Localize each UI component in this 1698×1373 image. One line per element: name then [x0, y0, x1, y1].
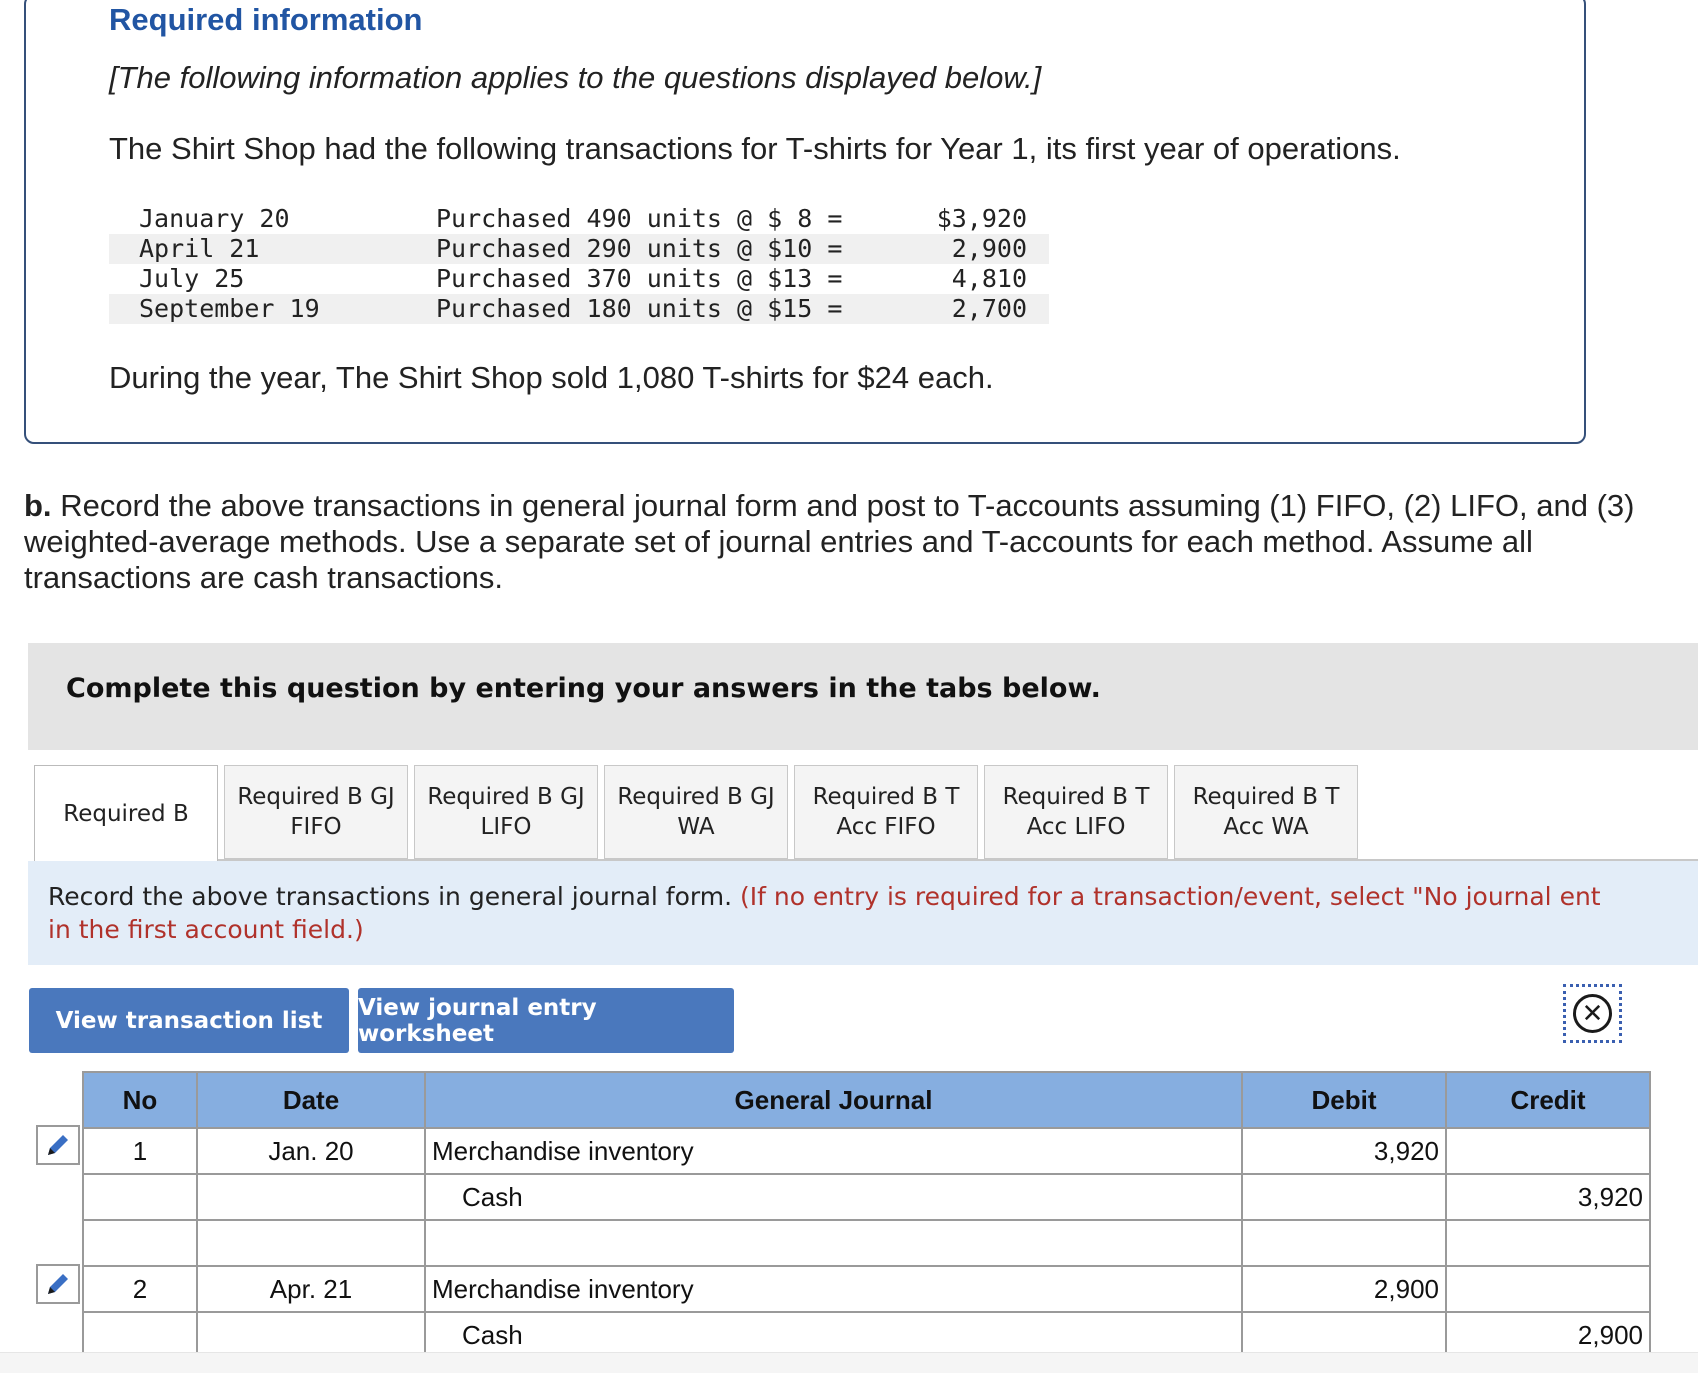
tab-required-b-t-acc-lifo[interactable]: Required B T Acc LIFO — [984, 765, 1168, 859]
page-bottom-edge — [0, 1352, 1698, 1373]
entry-account: Merchandise inventory — [424, 1127, 1243, 1175]
tab-label-line1: Required B T — [1192, 784, 1340, 810]
tab-label-line1: Required B T — [1002, 784, 1150, 810]
transaction-row: January 20 Purchased 490 units @ $ 8 = $… — [109, 204, 1049, 234]
entry-account — [424, 1219, 1243, 1267]
transaction-amount: $3,920 — [936, 204, 1027, 233]
entry-debit — [1241, 1219, 1447, 1267]
close-icon: ✕ — [1573, 994, 1612, 1033]
instructions-main: Record the above transactions in general… — [48, 882, 740, 911]
transaction-desc: Purchased 490 units @ $ 8 = — [436, 204, 843, 233]
edit-entry-2-button[interactable] — [36, 1264, 80, 1304]
pencil-icon — [48, 1135, 68, 1155]
tab-label-line2: Acc FIFO — [836, 814, 936, 840]
general-journal-table: No Date General Journal Debit Credit 1 J… — [82, 1071, 1651, 1359]
tab-label-line2: Acc WA — [1223, 814, 1309, 840]
entry-credit: 3,920 — [1445, 1173, 1651, 1221]
transaction-row: April 21 Purchased 290 units @ $10 = 2,9… — [109, 234, 1049, 264]
entry-date: Jan. 20 — [196, 1127, 426, 1175]
complete-banner-text: Complete this question by entering your … — [66, 673, 1101, 704]
entry-debit — [1241, 1173, 1447, 1221]
journal-row — [82, 1219, 1651, 1267]
journal-row: 2 Apr. 21 Merchandise inventory 2,900 — [82, 1265, 1651, 1313]
journal-header-row: No Date General Journal Debit Credit — [82, 1071, 1651, 1129]
required-info-title: Required information — [109, 2, 423, 37]
tab-label-line2: Acc LIFO — [1026, 814, 1126, 840]
entry-account: Merchandise inventory — [424, 1265, 1243, 1313]
transaction-date: July 25 — [139, 264, 245, 293]
transaction-row: July 25 Purchased 370 units @ $13 = 4,81… — [109, 264, 1049, 294]
tab-label-line2: WA — [677, 814, 715, 840]
transaction-date: January 20 — [139, 204, 290, 233]
tab-required-b-gj-wa[interactable]: Required B GJ WA — [604, 765, 788, 859]
transaction-date: April 21 — [139, 234, 260, 263]
journal-row: 1 Jan. 20 Merchandise inventory 3,920 — [82, 1127, 1651, 1175]
question-label: b. — [24, 488, 52, 523]
entry-debit: 3,920 — [1241, 1127, 1447, 1175]
entry-no — [82, 1173, 198, 1221]
edit-entry-1-button[interactable] — [36, 1125, 80, 1165]
tab-label-line2: LIFO — [480, 814, 532, 840]
entry-date: Apr. 21 — [196, 1265, 426, 1313]
header-no: No — [82, 1071, 198, 1129]
transaction-amount: 4,810 — [951, 264, 1027, 293]
tab-required-b[interactable]: Required B — [34, 765, 218, 862]
entry-credit — [1445, 1127, 1651, 1175]
instructions-note: (If no entry is required for a transacti… — [739, 882, 1601, 911]
header-general-journal: General Journal — [424, 1071, 1243, 1129]
entry-no: 2 — [82, 1265, 198, 1313]
sales-note: During the year, The Shirt Shop sold 1,0… — [109, 360, 994, 395]
transaction-amount: 2,700 — [951, 294, 1027, 323]
entry-debit: 2,900 — [1241, 1265, 1447, 1313]
tab-required-b-gj-lifo[interactable]: Required B GJ LIFO — [414, 765, 598, 859]
entry-no: 1 — [82, 1127, 198, 1175]
tab-required-b-t-acc-wa[interactable]: Required B T Acc WA — [1174, 765, 1358, 859]
tab-label-line1: Required B GJ — [427, 784, 585, 810]
required-info-note: [The following information applies to th… — [109, 60, 1042, 95]
tab-label: Required B — [63, 801, 189, 827]
tab-label-line1: Required B T — [812, 784, 960, 810]
header-debit: Debit — [1241, 1071, 1447, 1129]
tab-label-line1: Required B GJ — [237, 784, 395, 810]
journal-row: Cash 3,920 — [82, 1173, 1651, 1221]
view-journal-entry-worksheet-button[interactable]: View journal entry worksheet — [358, 988, 734, 1053]
tab-required-b-gj-fifo[interactable]: Required B GJ FIFO — [224, 765, 408, 859]
header-date: Date — [196, 1071, 426, 1129]
transactions-table: January 20 Purchased 490 units @ $ 8 = $… — [109, 204, 1049, 324]
transaction-amount: 2,900 — [951, 234, 1027, 263]
header-credit: Credit — [1445, 1071, 1651, 1129]
transaction-date: September 19 — [139, 294, 320, 323]
transaction-row: September 19 Purchased 180 units @ $15 =… — [109, 294, 1049, 324]
entry-credit — [1445, 1265, 1651, 1313]
pencil-icon — [48, 1274, 68, 1294]
transaction-desc: Purchased 180 units @ $15 = — [436, 294, 843, 323]
entry-date — [196, 1173, 426, 1221]
close-button[interactable]: ✕ — [1563, 984, 1622, 1043]
instructions-text: Record the above transactions in general… — [48, 880, 1698, 946]
instructions-note-continued: in the first account field.) — [48, 915, 364, 944]
required-info-intro: The Shirt Shop had the following transac… — [109, 131, 1401, 166]
question-body: Record the above transactions in general… — [24, 488, 1635, 595]
question-text: b. Record the above transactions in gene… — [24, 488, 1674, 596]
view-transaction-list-button[interactable]: View transaction list — [29, 988, 349, 1053]
entry-no — [82, 1219, 198, 1267]
entry-credit — [1445, 1219, 1651, 1267]
entry-date — [196, 1219, 426, 1267]
tab-required-b-t-acc-fifo[interactable]: Required B T Acc FIFO — [794, 765, 978, 859]
tab-label-line1: Required B GJ — [617, 784, 775, 810]
tab-label-line2: FIFO — [290, 814, 342, 840]
transaction-desc: Purchased 370 units @ $13 = — [436, 264, 843, 293]
entry-account: Cash — [424, 1173, 1243, 1221]
transaction-desc: Purchased 290 units @ $10 = — [436, 234, 843, 263]
